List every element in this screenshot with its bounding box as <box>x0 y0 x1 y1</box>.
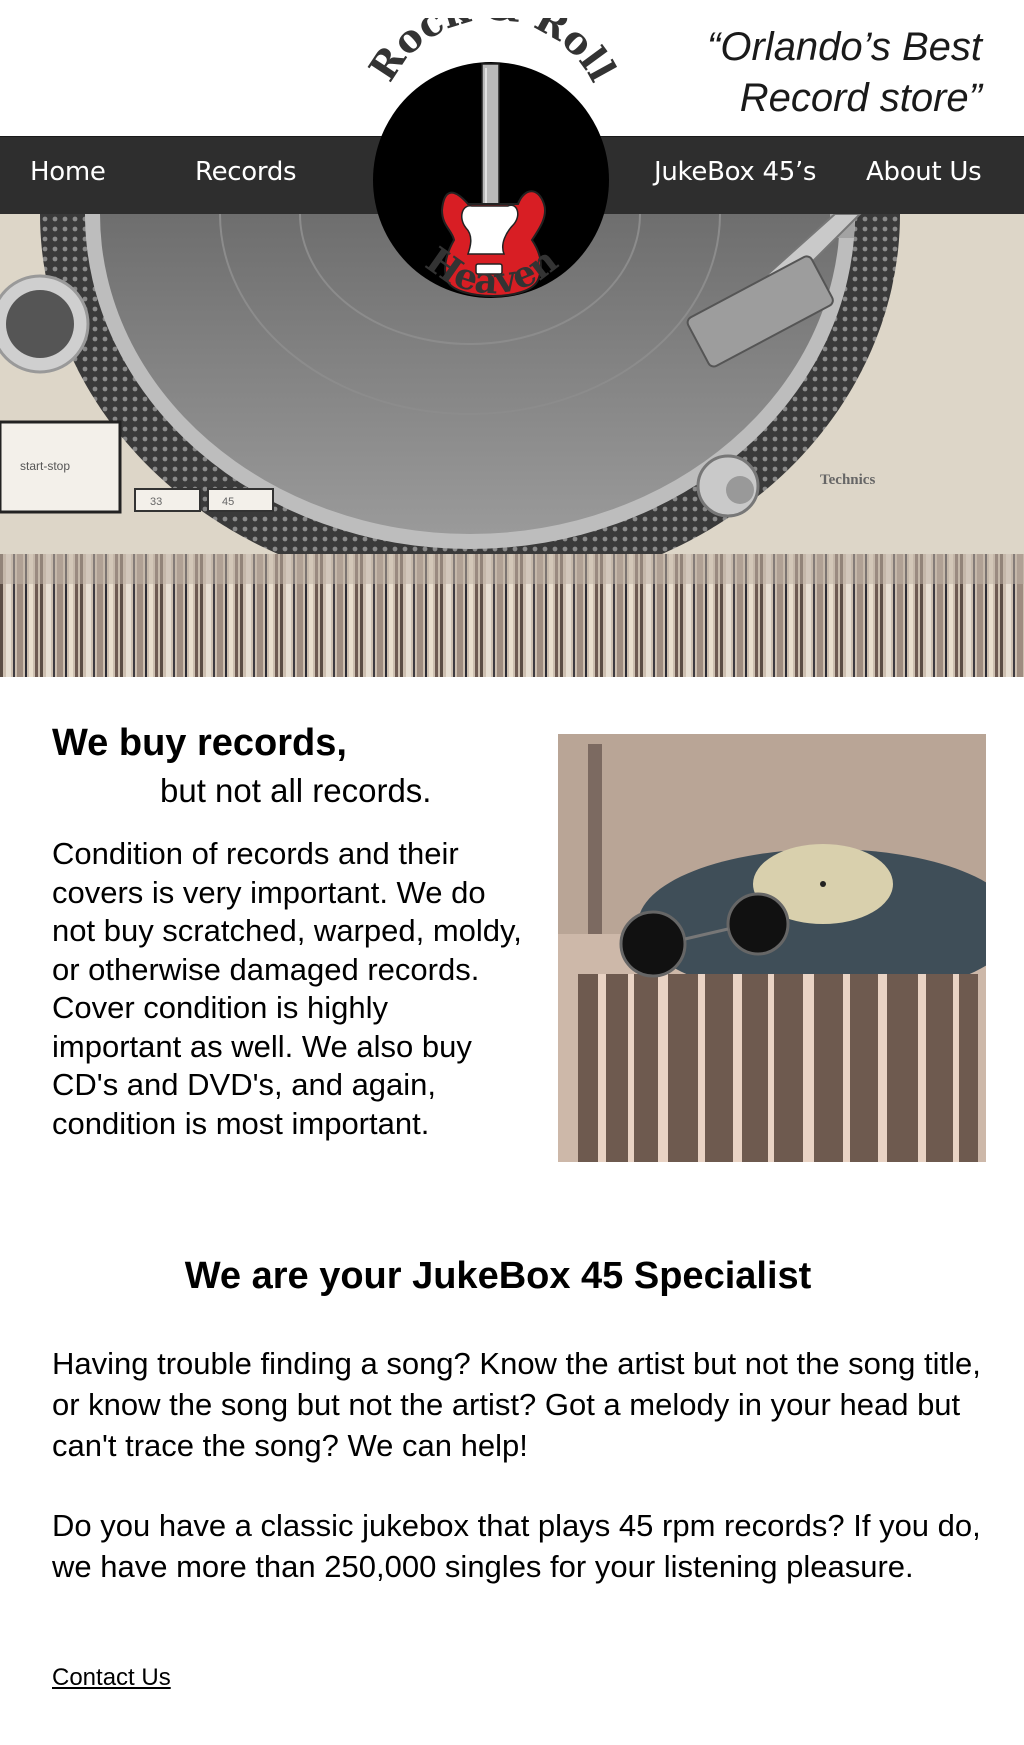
section2-paragraph-2: Do you have a classic jukebox that plays… <box>52 1508 981 1584</box>
section1-heading: We buy records, <box>52 722 347 764</box>
section1-body: Condition of records and their covers is… <box>52 836 522 1141</box>
nav-home[interactable]: Home <box>30 157 106 187</box>
start-stop-label: start-stop <box>20 459 70 473</box>
section1-subheading: but not all records. <box>160 772 432 809</box>
tagline-line-1: “Orlando’s Best <box>707 25 982 69</box>
tagline: “Orlando’s Best Record store” <box>602 22 982 124</box>
nav-records[interactable]: Records <box>195 157 297 187</box>
technics-label: Technics <box>820 472 875 488</box>
record-sunglasses-photo <box>558 734 986 1162</box>
nav-jukebox-45s[interactable]: JukeBox 45’s <box>654 157 816 187</box>
speed-45-label: 45 <box>222 496 234 508</box>
nav-about-us[interactable]: About Us <box>866 157 982 187</box>
speed-33-label: 33 <box>150 496 162 508</box>
rock-and-roll-heaven-logo[interactable]: Rock & Roll Heaven <box>358 18 626 336</box>
section2-heading: We are your JukeBox 45 Specialist <box>184 1255 812 1297</box>
tagline-line-2: Record store” <box>739 76 982 120</box>
section2-paragraph-1: Having trouble finding a song? Know the … <box>52 1346 981 1463</box>
contact-us-link[interactable]: Contact Us <box>52 1664 171 1692</box>
